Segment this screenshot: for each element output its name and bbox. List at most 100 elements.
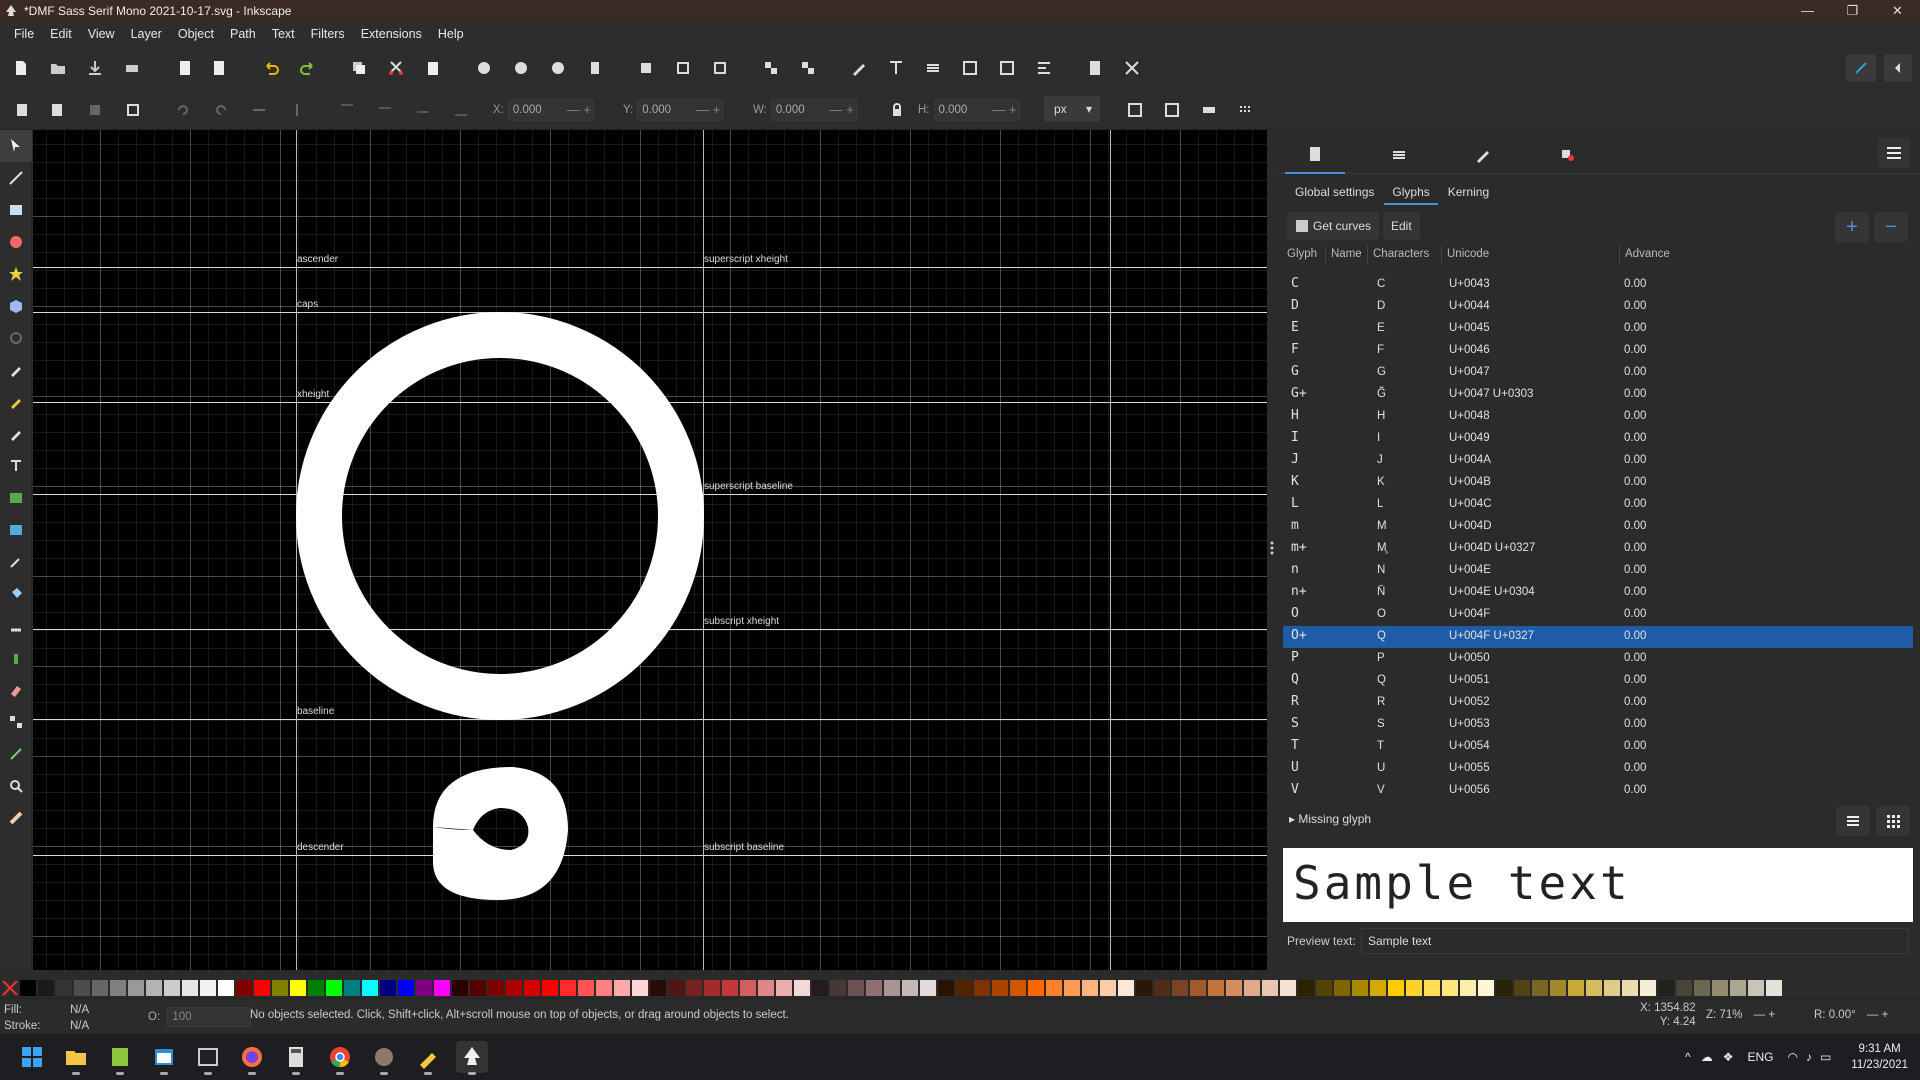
color-swatch[interactable] bbox=[110, 980, 126, 996]
table-row[interactable]: H H U+0048 0.00 bbox=[1283, 406, 1913, 428]
color-swatch[interactable] bbox=[938, 980, 954, 996]
color-swatch[interactable] bbox=[182, 980, 198, 996]
color-swatch[interactable] bbox=[1712, 980, 1728, 996]
lock-proportions-button[interactable] bbox=[886, 99, 908, 121]
subtab-kerning[interactable]: Kerning bbox=[1440, 182, 1497, 205]
stepper-icon[interactable]: — + bbox=[567, 100, 591, 120]
paint-bucket-tool[interactable] bbox=[0, 578, 32, 610]
color-swatch[interactable] bbox=[1478, 980, 1494, 996]
color-swatch[interactable] bbox=[146, 980, 162, 996]
col-name[interactable]: Name bbox=[1331, 248, 1362, 260]
menu-file[interactable]: File bbox=[6, 27, 42, 41]
color-swatch[interactable] bbox=[488, 980, 504, 996]
spray-tool[interactable] bbox=[0, 642, 32, 674]
gradient-tool[interactable] bbox=[0, 482, 32, 514]
color-swatch[interactable] bbox=[1640, 980, 1656, 996]
color-swatch[interactable] bbox=[56, 980, 72, 996]
table-row[interactable]: S S U+0053 0.00 bbox=[1283, 714, 1913, 736]
table-row[interactable]: T T U+0054 0.00 bbox=[1283, 736, 1913, 758]
dropbox-icon[interactable]: ❖ bbox=[1723, 1050, 1734, 1064]
gimp-button[interactable] bbox=[368, 1041, 400, 1075]
battery-icon[interactable]: ▭ bbox=[1820, 1050, 1831, 1064]
color-swatch[interactable] bbox=[344, 980, 360, 996]
color-swatch[interactable] bbox=[524, 980, 540, 996]
clone-button[interactable] bbox=[672, 57, 694, 79]
dropper-tool[interactable] bbox=[0, 546, 32, 578]
color-swatch[interactable] bbox=[326, 980, 342, 996]
color-swatch[interactable] bbox=[1532, 980, 1548, 996]
col-advance[interactable]: Advance bbox=[1625, 248, 1670, 260]
zoom-width-button[interactable] bbox=[584, 57, 606, 79]
color-swatch[interactable] bbox=[668, 980, 684, 996]
color-swatch[interactable] bbox=[74, 980, 90, 996]
unit-select[interactable]: px ▾ bbox=[1044, 96, 1100, 122]
table-row[interactable]: n+ N̄ U+004E U+0304 0.00 bbox=[1283, 582, 1913, 604]
canvas[interactable]: ascender caps xheight baseline descender… bbox=[33, 130, 1267, 970]
stepper-icon[interactable]: — + bbox=[992, 100, 1016, 120]
color-swatch[interactable] bbox=[650, 980, 666, 996]
document-properties-button[interactable] bbox=[1084, 57, 1106, 79]
color-swatch[interactable] bbox=[236, 980, 252, 996]
3d-box-tool[interactable] bbox=[0, 290, 32, 322]
tab-export[interactable] bbox=[1537, 136, 1597, 174]
color-swatch[interactable] bbox=[596, 980, 612, 996]
color-swatch[interactable] bbox=[470, 980, 486, 996]
opacity-input[interactable]: 100 bbox=[167, 1007, 252, 1027]
snap-menu-button[interactable] bbox=[1884, 54, 1912, 82]
color-swatch[interactable] bbox=[1586, 980, 1602, 996]
zoom-tool[interactable] bbox=[0, 770, 32, 802]
color-swatch[interactable] bbox=[866, 980, 882, 996]
rotate-ccw-button[interactable] bbox=[172, 99, 194, 121]
menu-extensions[interactable]: Extensions bbox=[353, 27, 430, 41]
unlink-clone-button[interactable] bbox=[709, 57, 731, 79]
table-row[interactable]: F F U+0046 0.00 bbox=[1283, 340, 1913, 362]
color-swatch[interactable] bbox=[794, 980, 810, 996]
color-swatch[interactable] bbox=[308, 980, 324, 996]
color-swatch[interactable] bbox=[254, 980, 270, 996]
connector-tool[interactable] bbox=[0, 706, 32, 738]
color-swatch[interactable] bbox=[1082, 980, 1098, 996]
measure-path-tool[interactable] bbox=[0, 738, 32, 770]
glyph-drawing[interactable] bbox=[33, 130, 1267, 970]
table-row[interactable]: E E U+0045 0.00 bbox=[1283, 318, 1913, 340]
y-input[interactable]: 0.000 — + bbox=[637, 99, 724, 121]
tab-fill-stroke[interactable] bbox=[1453, 136, 1513, 174]
table-row[interactable]: G G U+0047 0.00 bbox=[1283, 362, 1913, 384]
color-swatch[interactable] bbox=[128, 980, 144, 996]
color-swatch[interactable] bbox=[1046, 980, 1062, 996]
terminal-button[interactable] bbox=[192, 1041, 224, 1075]
color-swatch[interactable] bbox=[398, 980, 414, 996]
new-document-button[interactable] bbox=[10, 57, 32, 79]
ellipse-tool[interactable] bbox=[0, 226, 32, 258]
color-swatch[interactable] bbox=[92, 980, 108, 996]
save-button[interactable] bbox=[84, 57, 106, 79]
color-swatch[interactable] bbox=[686, 980, 702, 996]
color-swatch[interactable] bbox=[38, 980, 54, 996]
selector-tool[interactable] bbox=[0, 130, 32, 162]
cut-button[interactable] bbox=[385, 57, 407, 79]
table-row[interactable]: O+ Q U+004F U+0327 0.00 bbox=[1283, 626, 1913, 648]
text-tool[interactable] bbox=[0, 450, 32, 482]
transform-corners-button[interactable] bbox=[1161, 99, 1183, 121]
menu-text[interactable]: Text bbox=[264, 27, 303, 41]
preview-text-input[interactable]: Sample text bbox=[1361, 928, 1909, 954]
touch-select-button[interactable] bbox=[122, 99, 144, 121]
color-swatch[interactable] bbox=[1190, 980, 1206, 996]
raise-button[interactable] bbox=[374, 99, 396, 121]
table-row[interactable]: V V U+0056 0.00 bbox=[1283, 780, 1913, 802]
transform-pattern-button[interactable] bbox=[1235, 99, 1257, 121]
menu-filters[interactable]: Filters bbox=[303, 27, 353, 41]
wifi-icon[interactable]: ◠ bbox=[1787, 1050, 1797, 1064]
color-swatch[interactable] bbox=[1172, 980, 1188, 996]
menu-view[interactable]: View bbox=[80, 27, 123, 41]
color-swatch[interactable] bbox=[1334, 980, 1350, 996]
color-swatch[interactable] bbox=[974, 980, 990, 996]
color-swatch[interactable] bbox=[1118, 980, 1134, 996]
spiral-tool[interactable] bbox=[0, 322, 32, 354]
lower-bottom-button[interactable] bbox=[450, 99, 472, 121]
color-swatch[interactable] bbox=[1730, 980, 1746, 996]
color-swatch[interactable] bbox=[1676, 980, 1692, 996]
stepper-icon[interactable]: — + bbox=[696, 100, 720, 120]
color-swatch[interactable] bbox=[758, 980, 774, 996]
tab-svg-font-editor[interactable] bbox=[1285, 136, 1345, 174]
